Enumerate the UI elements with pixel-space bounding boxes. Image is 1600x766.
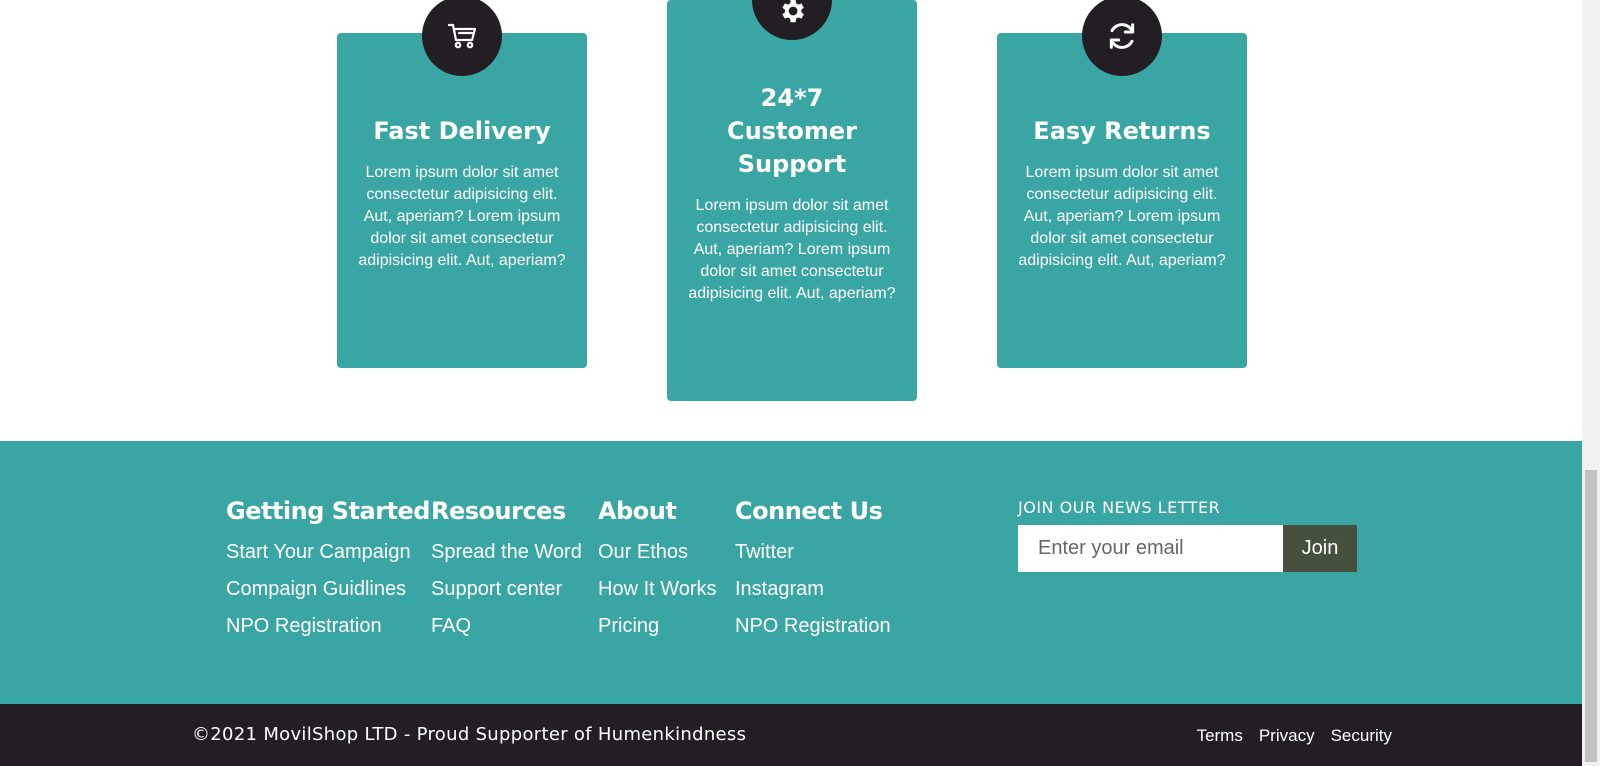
feature-card-easy-returns: Easy Returns Lorem ipsum dolor sit amet …: [997, 0, 1247, 368]
cart-icon: [422, 0, 502, 76]
newsletter-email-input[interactable]: [1018, 525, 1283, 572]
feature-text: Lorem ipsum dolor sit amet consectetur a…: [1018, 164, 1226, 269]
footer-link-our-ethos[interactable]: Our Ethos: [598, 539, 717, 565]
footer-link-faq[interactable]: FAQ: [431, 613, 582, 639]
footer-link-npo-registration[interactable]: NPO Registration: [226, 613, 430, 639]
legal-links: Terms Privacy Security: [1197, 726, 1392, 746]
newsletter-form: JOIN OUR NEWS LETTER Join: [1018, 498, 1357, 572]
footer-column-connect-us: Connect Us Twitter Instagram NPO Registr…: [735, 495, 891, 650]
footer-heading: Resources: [431, 497, 566, 525]
privacy-link[interactable]: Privacy: [1259, 726, 1315, 746]
footer-link-pricing[interactable]: Pricing: [598, 613, 717, 639]
footer-link-instagram[interactable]: Instagram: [735, 576, 891, 602]
footer-link-spread-the-word[interactable]: Spread the Word: [431, 539, 582, 565]
gear-icon: [752, 0, 832, 40]
newsletter-label: JOIN OUR NEWS LETTER: [1018, 498, 1221, 517]
feature-title: 24*7 Customer Support: [726, 84, 858, 178]
bottom-bar: ©2021 MovilShop LTD - Proud Supporter of…: [0, 704, 1582, 766]
footer-column-about: About Our Ethos How It Works Pricing: [598, 495, 717, 650]
footer-column-getting-started: Getting Started Start Your Campaign Comp…: [226, 495, 431, 650]
terms-link[interactable]: Terms: [1197, 726, 1243, 746]
footer-heading: Getting Started: [226, 497, 431, 525]
scrollbar-thumb[interactable]: [1585, 470, 1597, 762]
footer-link-campaign-guidelines[interactable]: Compaign Guidlines: [226, 576, 430, 602]
copyright-text: ©2021 MovilShop LTD - Proud Supporter of…: [192, 724, 747, 745]
footer-link-support-center[interactable]: Support center: [431, 576, 582, 602]
newsletter-join-button[interactable]: Join: [1283, 525, 1357, 572]
footer-heading: Connect Us: [735, 497, 883, 525]
footer-heading: About: [598, 497, 677, 525]
security-link[interactable]: Security: [1331, 726, 1392, 746]
footer-link-twitter[interactable]: Twitter: [735, 539, 891, 565]
feature-card-fast-delivery: Fast Delivery Lorem ipsum dolor sit amet…: [337, 0, 587, 368]
feature-text: Lorem ipsum dolor sit amet consectetur a…: [688, 197, 896, 302]
feature-title: Fast Delivery: [373, 117, 551, 145]
vertical-scrollbar[interactable]: [1582, 0, 1600, 766]
footer-link-npo-registration-2[interactable]: NPO Registration: [735, 613, 891, 639]
feature-title: Easy Returns: [1033, 117, 1211, 145]
footer-link-how-it-works[interactable]: How It Works: [598, 576, 717, 602]
footer-link-start-campaign[interactable]: Start Your Campaign: [226, 539, 430, 565]
feature-text: Lorem ipsum dolor sit amet consectetur a…: [358, 164, 566, 269]
footer-column-resources: Resources Spread the Word Support center…: [431, 495, 582, 650]
feature-card-customer-support: 24*7 Customer Support Lorem ipsum dolor …: [667, 0, 917, 401]
refresh-icon: [1082, 0, 1162, 76]
site-footer: Getting Started Start Your Campaign Comp…: [0, 441, 1582, 704]
